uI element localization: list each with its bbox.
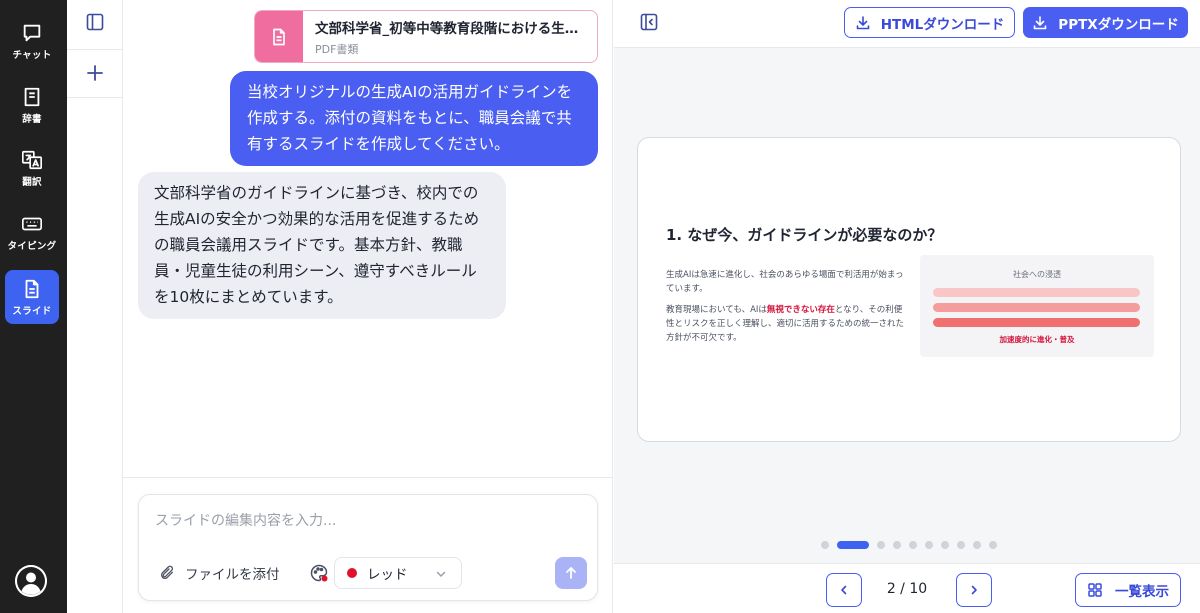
figure-caption: 加速度的に進化・普及: [999, 335, 1075, 344]
pagination-dot[interactable]: [821, 541, 829, 549]
panel-collapse-icon: [640, 13, 658, 31]
divider: [123, 477, 612, 478]
html-download-button[interactable]: HTMLダウンロード: [844, 7, 1015, 38]
theme-color-select[interactable]: レッド: [334, 557, 462, 589]
book-icon: [24, 87, 40, 106]
attachment-name: 文部科学省_初等中等教育段階における生…: [315, 20, 579, 37]
divider: [67, 97, 122, 98]
chevron-down-icon: [436, 571, 446, 578]
slide-title: 1. なぜ今、ガイドラインが必要なのか？: [666, 226, 943, 244]
overview-button[interactable]: 一覧表示: [1075, 573, 1181, 607]
rail-item-slide[interactable]: スライド: [5, 270, 59, 324]
user-avatar-icon[interactable]: [15, 565, 47, 597]
prev-slide-button[interactable]: [826, 573, 862, 607]
figure-title: 社会への浸透: [1013, 270, 1061, 279]
rail-item-label: 辞書: [22, 113, 42, 125]
pagination-dot[interactable]: [941, 541, 949, 549]
app-rail: チャット 辞書 翻訳 タイピング スライド: [0, 0, 67, 613]
arrow-up-icon: [566, 567, 576, 579]
edit-instruction-input[interactable]: [155, 509, 575, 533]
rail-item-label: タイピング: [7, 240, 57, 252]
translate-icon: [22, 150, 42, 169]
rail-item-label: 翻訳: [22, 176, 42, 188]
pdf-file-icon: [255, 11, 303, 62]
palette-icon[interactable]: [309, 563, 329, 583]
pagination-dot[interactable]: [909, 541, 917, 549]
attachment-card[interactable]: 文部科学省_初等中等教育段階における生… PDF書類: [254, 10, 598, 63]
rail-item-typing[interactable]: タイピング: [5, 205, 59, 259]
figure-bar: [933, 318, 1140, 327]
attach-file-button[interactable]: ファイルを添付: [159, 561, 280, 585]
rail-item-label: スライド: [12, 305, 52, 317]
download-icon: [1033, 15, 1047, 29]
pagination-dot[interactable]: [989, 541, 997, 549]
history-column: [67, 0, 123, 613]
selected-color-label: レッド: [367, 567, 408, 583]
preview-toolbar: HTMLダウンロード PPTXダウンロード: [614, 0, 1200, 48]
figure-bar: [933, 288, 1140, 297]
slide-paragraph: 生成AIは急速に進化し、社会のあらゆる場面で利活用が始まっています。: [666, 270, 904, 294]
user-message: 当校オリジナルの生成AIの活用ガイドラインを作成する。添付の資料をもとに、職員会…: [230, 71, 598, 166]
pagination-dot[interactable]: [957, 541, 965, 549]
grid-icon: [1088, 583, 1102, 597]
rail-item-translate[interactable]: 翻訳: [5, 141, 59, 195]
pagination-dot[interactable]: [973, 541, 981, 549]
pagination-dot[interactable]: [877, 541, 885, 549]
attachment-type: PDF書類: [315, 42, 359, 56]
assistant-message: 文部科学省のガイドラインに基づき、校内での生成AIの安全かつ効果的な活用を促進す…: [138, 172, 506, 319]
pagination-dot[interactable]: [837, 541, 869, 549]
download-icon: [856, 15, 870, 29]
attach-file-label: ファイルを添付: [185, 567, 280, 583]
document-icon: [25, 279, 39, 298]
slide-paragraph: 教育現場においても、AIは無視できない存在となり、その利便性とリスクを正しく理解…: [666, 303, 906, 345]
collapse-panel-button[interactable]: [639, 12, 659, 32]
chat-panel: 文部科学省_初等中等教育段階における生… PDF書類 当校オリジナルの生成AIの…: [123, 0, 613, 613]
slide-canvas: 1. なぜ今、ガイドラインが必要なのか？ 生成AIは急速に進化し、社会のあらゆる…: [637, 137, 1181, 442]
divider: [67, 49, 122, 50]
next-slide-button[interactable]: [956, 573, 992, 607]
color-swatch: [347, 568, 357, 578]
slide-text: 教育現場においても、AIは: [666, 305, 767, 315]
new-chat-button[interactable]: [81, 59, 109, 87]
slide-pagination-dots: [821, 541, 997, 549]
page-indicator: 2 / 10: [886, 581, 928, 597]
pagination-dot[interactable]: [925, 541, 933, 549]
chevron-left-icon: [841, 585, 847, 595]
preview-footer: 2 / 10 一覧表示: [614, 563, 1200, 613]
pagination-dot[interactable]: [893, 541, 901, 549]
send-button[interactable]: [555, 557, 587, 589]
html-download-label: HTMLダウンロード: [880, 16, 1005, 33]
pptx-download-button[interactable]: PPTXダウンロード: [1023, 7, 1188, 38]
overview-label: 一覧表示: [1115, 584, 1169, 600]
slide-preview-panel: HTMLダウンロード PPTXダウンロード 1. なぜ今、ガイドラインが必要なの…: [614, 0, 1200, 613]
sidebar-panel-icon: [86, 13, 104, 31]
keyboard-icon: [22, 217, 42, 230]
plus-icon: [87, 65, 103, 81]
paperclip-icon: [161, 565, 173, 579]
rail-item-dictionary[interactable]: 辞書: [5, 78, 59, 132]
composer: ファイルを添付 レッド: [138, 494, 598, 601]
pptx-download-label: PPTXダウンロード: [1058, 16, 1179, 33]
slide-figure: 社会への浸透 加速度的に進化・普及: [920, 255, 1154, 357]
rail-item-chat[interactable]: チャット: [5, 14, 59, 68]
figure-bar: [933, 303, 1140, 312]
rail-item-label: チャット: [12, 49, 52, 61]
toggle-sidebar-button[interactable]: [81, 8, 109, 36]
slide-highlight: 無視できない存在: [766, 305, 835, 315]
chevron-right-icon: [971, 585, 977, 595]
chat-bubble-icon: [23, 24, 41, 41]
